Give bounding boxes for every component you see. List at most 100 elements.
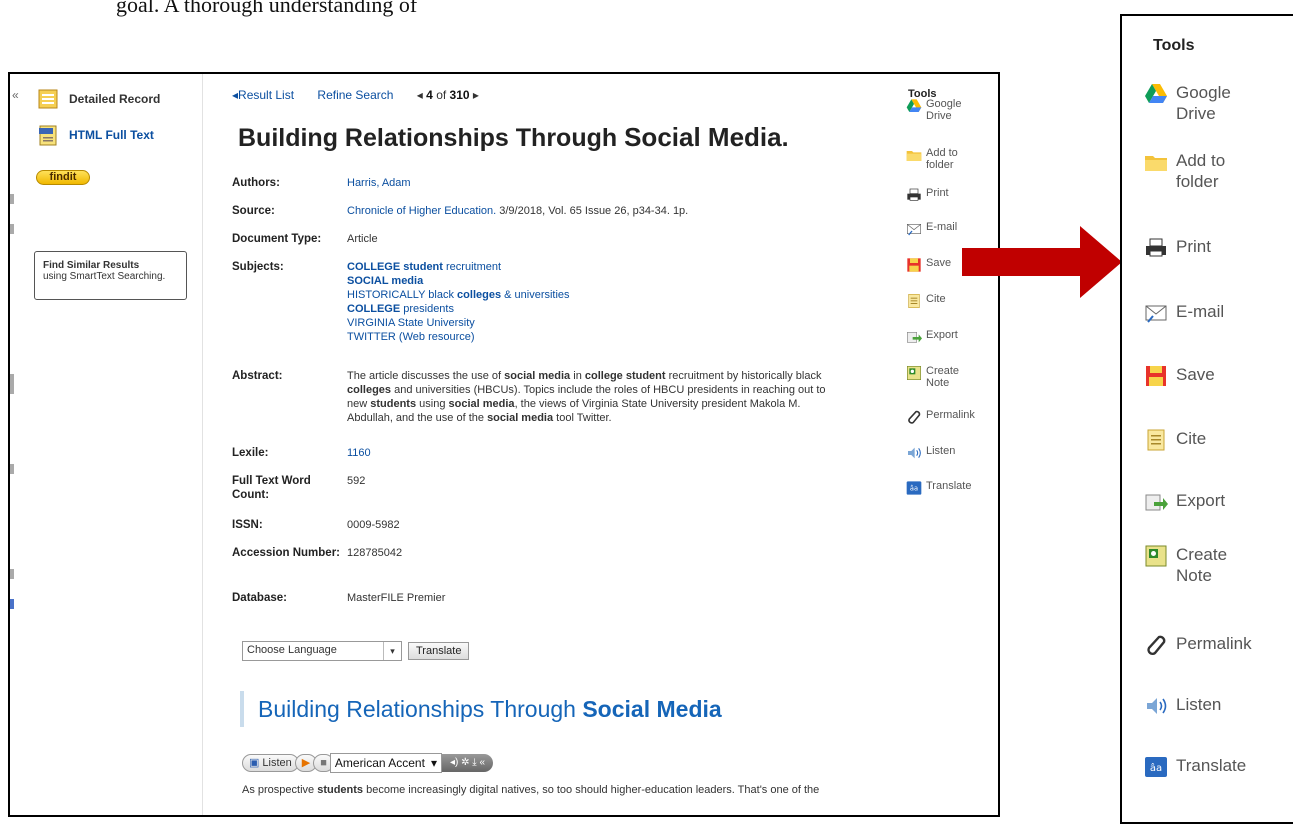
tool-label: Print <box>926 187 949 199</box>
tools-column: Tools Google Drive Add to folder Print E-mail… <box>900 74 998 815</box>
tool-print[interactable]: Print <box>906 187 949 201</box>
listen-button[interactable]: ▣ Listen <box>242 754 299 772</box>
lexile-link[interactable]: 1160 <box>347 446 867 460</box>
zoom-tool-create[interactable]: Create Note <box>1142 544 1227 586</box>
result-list-link[interactable]: Result List <box>238 88 294 102</box>
zoom-tool-label: Google Drive <box>1176 83 1231 123</box>
detailed-record-item[interactable]: Detailed Record <box>37 88 160 110</box>
authors-row: Authors: Harris, Adam <box>232 176 867 190</box>
red-arrow-icon <box>962 226 1122 298</box>
record-main: ◂Result List Refine Search ◂ 4 of 310 ▸ … <box>232 74 892 815</box>
tool-label: Create Note <box>926 365 960 389</box>
zoom-tool-label: Print <box>1176 237 1211 256</box>
zoom-tool-e-mail[interactable]: E-mail <box>1142 301 1224 325</box>
accent-select[interactable]: American Accent ▾ <box>329 753 442 773</box>
subject-link[interactable]: TWITTER (Web resource) <box>347 330 867 344</box>
zoom-tool-save[interactable]: Save <box>1142 364 1215 388</box>
wordcount-row: Full Text Word Count: 592 <box>232 475 366 501</box>
html-full-text-link[interactable]: HTML Full Text <box>69 128 154 142</box>
zoom-tool-translate[interactable]: âa Translate <box>1142 755 1246 779</box>
subject-link[interactable]: HISTORICALLY black colleges & universiti… <box>347 288 867 302</box>
background-document-text: goal. A thorough understanding of <box>116 0 418 17</box>
issn-row: ISSN: 0009-5982 <box>232 519 400 531</box>
source-row: Source: Chronicle of Higher Education. 3… <box>232 205 689 217</box>
tool-translate[interactable]: âa Translate <box>906 480 972 495</box>
printer-icon <box>906 187 922 201</box>
printer-icon <box>1142 236 1170 260</box>
play-icon: ▶ <box>301 757 311 769</box>
detailed-record-icon <box>38 89 58 109</box>
zoom-tool-label: E-mail <box>1176 302 1225 321</box>
google-drive-icon <box>1142 82 1170 106</box>
subjects-list: COLLEGE student recruitment SOCIAL media… <box>347 260 867 344</box>
tool-google[interactable]: Google Drive <box>906 98 961 122</box>
zoom-tool-listen[interactable]: Listen <box>1142 694 1221 718</box>
translate-icon: âa <box>1142 755 1170 779</box>
refine-search-link[interactable]: Refine Search <box>317 88 393 102</box>
result-navigation: ◂Result List Refine Search ◂ 4 of 310 ▸ <box>232 88 479 102</box>
zoom-tool-export[interactable]: Export <box>1142 490 1225 514</box>
speaker-icon: ▣ <box>249 757 260 769</box>
player-settings-icons[interactable]: ◂) ✲ ⤓ « <box>441 754 494 772</box>
findit-button[interactable]: findit <box>36 170 90 185</box>
tool-label: Export <box>926 329 958 341</box>
zoom-tool-label: Permalink <box>1176 634 1252 653</box>
save-icon <box>906 257 922 272</box>
html-full-text-item[interactable]: HTML Full Text <box>37 124 154 146</box>
find-similar-box[interactable]: Find Similar Results using SmartText Sea… <box>34 251 187 300</box>
zoom-tool-label: Create Note <box>1176 545 1228 585</box>
cite-icon <box>906 293 922 308</box>
tool-create[interactable]: Create Note <box>906 365 959 389</box>
subject-link[interactable]: SOCIAL media <box>347 274 867 288</box>
subject-link[interactable]: COLLEGE presidents <box>347 302 867 316</box>
zoom-tool-cite[interactable]: Cite <box>1142 428 1206 452</box>
folder-icon <box>906 147 922 161</box>
translate-button[interactable]: Translate <box>408 642 470 660</box>
language-select[interactable]: Choose Language ▾ <box>242 641 402 661</box>
collapse-icon[interactable]: « <box>12 88 19 102</box>
zoom-tool-label: Add to folder <box>1176 151 1226 191</box>
left-sidebar: « Detailed Record HTML Full Text findit … <box>10 74 203 815</box>
subject-link[interactable]: VIRGINIA State University <box>347 316 867 330</box>
export-icon <box>1142 490 1170 514</box>
tool-label: Save <box>926 257 952 269</box>
zoom-tool-google[interactable]: Google Drive <box>1142 82 1231 124</box>
svg-text:âa: âa <box>910 485 918 493</box>
subject-link[interactable]: COLLEGE student recruitment <box>347 260 867 274</box>
tool-label: Add to folder <box>926 147 958 171</box>
tool-save[interactable]: Save <box>906 257 952 272</box>
chevron-down-icon: ▾ <box>383 642 401 660</box>
link-icon <box>1142 633 1170 657</box>
tool-label: Permalink <box>926 409 975 421</box>
zoom-tool-label: Export <box>1176 491 1226 510</box>
svg-text:âa: âa <box>1150 762 1162 774</box>
email-icon <box>1142 301 1170 325</box>
tool-add-to[interactable]: Add to folder <box>906 147 958 171</box>
zoom-tool-label: Cite <box>1176 429 1207 448</box>
stop-icon: ■ <box>320 757 327 769</box>
google-drive-icon <box>906 98 922 112</box>
source-link[interactable]: Chronicle of Higher Education. <box>347 205 496 217</box>
accession-row: Accession Number: 128785042 <box>232 547 403 559</box>
zoom-tool-permalink[interactable]: Permalink <box>1142 633 1252 657</box>
folder-icon <box>1142 150 1170 174</box>
author-link[interactable]: Harris, Adam <box>347 176 867 190</box>
tool-e-mail[interactable]: E-mail <box>906 221 957 236</box>
chevron-down-icon: ▾ <box>430 756 437 770</box>
tool-listen[interactable]: Listen <box>906 445 955 459</box>
zoom-tool-print[interactable]: Print <box>1142 236 1211 260</box>
result-position: ◂ 4 of 310 ▸ <box>416 88 479 102</box>
tool-cite[interactable]: Cite <box>906 293 946 308</box>
doctype-row: Document Type: Article <box>232 233 378 245</box>
tool-label: Translate <box>926 480 972 492</box>
zoom-tool-add-to[interactable]: Add to folder <box>1142 150 1225 192</box>
listen-player: ▣ Listen ▶ ■ American Accent ▾ ◂) ✲ ⤓ « <box>242 753 494 773</box>
find-similar-title: Find Similar Results <box>43 260 140 271</box>
zoom-tool-label: Save <box>1176 365 1215 384</box>
tool-permalink[interactable]: Permalink <box>906 409 975 424</box>
tool-export[interactable]: Export <box>906 329 958 343</box>
lexile-row: Lexile: 1160 <box>232 446 867 460</box>
html-document-icon <box>39 125 57 146</box>
zoom-tools-heading: Tools <box>1153 37 1195 54</box>
translate-icon: âa <box>906 480 922 495</box>
